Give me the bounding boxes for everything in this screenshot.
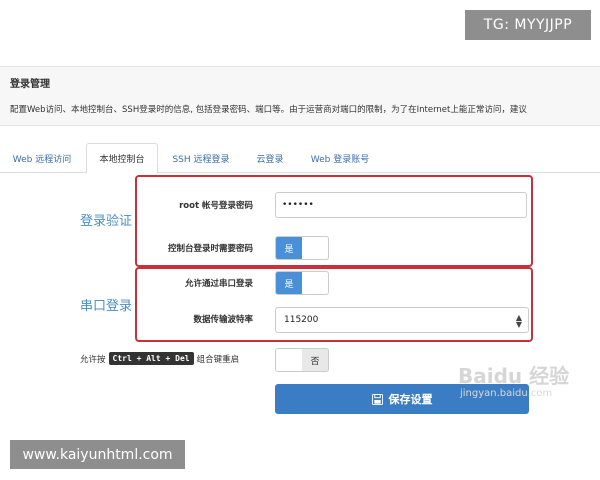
baud-rate-label: 数据传输波特率 [193,315,253,325]
root-password-input[interactable]: •••••• [275,192,527,218]
tab-web-account[interactable]: Web 登录账号 [300,143,380,173]
baud-rate-value: 115200 [284,315,319,325]
cad-reboot-label: 允许按 Ctrl + Alt + Del 组合键重启 [80,352,239,365]
console-require-password-toggle[interactable]: 是 [275,236,329,260]
toggle-off-label: 否 [302,349,328,371]
section-serial-login: 串口登录 [80,299,133,314]
watermark-site: www.kaiyunhtml.com [10,440,185,469]
cad-suffix: 组合键重启 [196,354,240,365]
cad-reboot-toggle[interactable]: 否 [275,348,329,372]
tab-bar: Web 远程访问 本地控制台 SSH 远程登录 云登录 Web 登录账号 [0,143,600,174]
watermark-baidu: Baidu 经验 [458,364,570,388]
panel-description: 配置Web访问、本地控制台、SSH登录时的信息, 包括登录密码、端口等。由于运营… [10,105,527,115]
tab-cloud-login[interactable]: 云登录 [246,143,294,173]
tab-web-remote[interactable]: Web 远程访问 [4,143,80,173]
baud-rate-select[interactable]: 115200 ▲ ▼ [275,307,529,333]
save-disk-icon [371,393,383,405]
watermark-tg: TG: MYYJJPP [465,10,591,40]
panel-title: 登录管理 [10,79,50,90]
root-password-label: root 帐号登录密码 [179,201,253,211]
console-require-password-label: 控制台登录时需要密码 [167,244,253,254]
tab-ssh-remote[interactable]: SSH 远程登录 [162,143,240,173]
tab-local-console[interactable]: 本地控制台 [86,143,158,174]
toggle-on-label: 是 [276,237,302,259]
allow-serial-toggle[interactable]: 是 [275,271,329,295]
login-management-panel: 登录管理 配置Web访问、本地控制台、SSH登录时的信息, 包括登录密码、端口等… [0,66,600,126]
select-caret-icon: ▲ ▼ [515,313,522,329]
section-login-verify: 登录验证 [80,214,133,229]
cad-prefix: 允许按 [80,354,106,365]
save-settings-label: 保存设置 [388,393,433,406]
toggle-on-label: 是 [276,272,302,294]
watermark-jingyan: jingyan.baidu.com [460,388,553,399]
cad-keys: Ctrl + Alt + Del [108,352,194,365]
allow-serial-label: 允许通过串口登录 [184,279,253,289]
